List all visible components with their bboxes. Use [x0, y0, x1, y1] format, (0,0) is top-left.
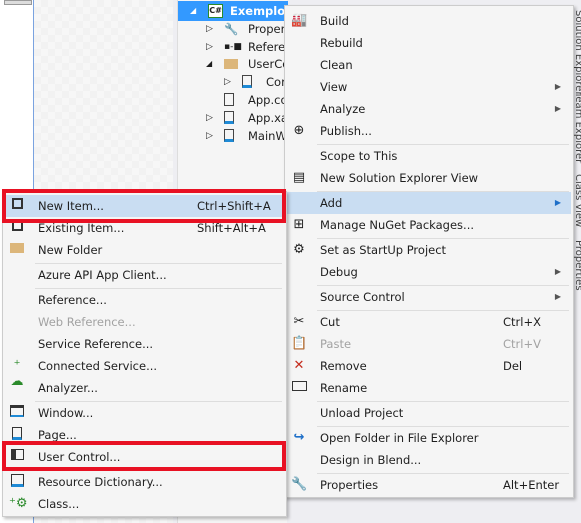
menu-item-design-in-blend[interactable]: Design in Blend...	[287, 449, 571, 471]
menu-item-rebuild[interactable]: Rebuild	[287, 32, 571, 54]
csharp-project-icon: C#	[208, 4, 223, 18]
menu-item-open-folder[interactable]: ↪ Open Folder in File Explorer	[287, 427, 571, 449]
resource-dictionary-icon	[9, 474, 25, 490]
menu-item-source-control[interactable]: Source Control ▶	[287, 286, 571, 308]
menu-item-azure-api-app-client[interactable]: Azure API App Client...	[5, 264, 284, 286]
submenu-arrow-icon: ▶	[554, 292, 561, 301]
menu-item-reference[interactable]: Reference...	[5, 289, 284, 311]
menu-item-paste: 📋 Paste Ctrl+V	[291, 336, 541, 351]
xaml-file-icon	[224, 129, 234, 142]
menu-item-publish[interactable]: ⊕ Publish...	[287, 120, 571, 142]
submenu-arrow-icon: ▶	[554, 198, 561, 207]
menu-item-add[interactable]: Add ▶	[287, 192, 571, 214]
class-icon: ⁺⚙	[9, 496, 28, 511]
open-folder-arrow-icon: ↪	[293, 430, 305, 445]
menu-item-rename[interactable]: Rename	[287, 377, 571, 399]
submenu-arrow-icon: ▶	[554, 104, 561, 113]
submenu-arrow-icon: ▶	[554, 267, 561, 276]
connected-service-icon: ⁺☁	[10, 358, 24, 389]
menu-item-clean[interactable]: Clean	[287, 54, 571, 76]
menu-item-set-startup[interactable]: ⚙ Set as StartUp Project	[287, 239, 571, 261]
menu-item-service-reference[interactable]: Service Reference...	[5, 333, 284, 355]
menu-item-resource-dictionary[interactable]: Resource Dictionary...	[5, 471, 284, 493]
tab-properties[interactable]: Properties	[573, 240, 581, 291]
config-file-icon	[224, 93, 234, 106]
menu-item-unload-project[interactable]: Unload Project	[287, 402, 571, 424]
menu-item-remove[interactable]: ✕ Remove Del	[287, 355, 571, 377]
scissors-icon: ✂	[293, 314, 305, 329]
annotation-highlight-user-control	[2, 441, 286, 471]
menu-item-new-folder[interactable]: New Folder	[5, 239, 284, 261]
tab-class-view[interactable]: Class View	[573, 174, 581, 227]
tab-solution-explorer[interactable]: Solution Explorer	[573, 10, 581, 96]
tab-team-explorer[interactable]: Team Explorer	[573, 92, 581, 163]
project-context-menu: 🏭 Build Rebuild Clean View ▶ Analyze ▶ ⊕ Pub…	[284, 5, 574, 498]
publish-icon: ⊕	[293, 123, 305, 138]
menu-item-analyzer[interactable]: Analyzer...	[5, 377, 284, 399]
window-icon	[9, 405, 25, 421]
menu-item-window[interactable]: Window...	[5, 402, 284, 424]
build-icon: 🏭	[291, 13, 308, 28]
menu-item-cut[interactable]: ✂ Cut Ctrl+X	[287, 311, 571, 333]
wrench-icon: 🔧	[291, 477, 308, 492]
menu-item-web-reference: Web Reference...	[38, 315, 136, 329]
rename-icon	[291, 380, 307, 396]
nuget-icon: ⊞	[293, 217, 305, 232]
menu-item-connected-service[interactable]: ⁺☁ Connected Service...	[5, 355, 284, 389]
menu-item-scope-to-this[interactable]: Scope to This	[287, 145, 571, 167]
folder-icon	[224, 59, 238, 69]
new-folder-icon	[9, 242, 25, 258]
remove-x-icon: ✕	[293, 358, 305, 373]
menu-item-analyze[interactable]: Analyze ▶	[287, 98, 571, 120]
menu-item-manage-nuget[interactable]: ⊞ Manage NuGet Packages...	[287, 214, 571, 236]
side-tool-tabs: Solution Explorer Team Explorer Class Vi…	[573, 0, 581, 523]
gear-icon: ⚙	[293, 242, 305, 257]
wrench-icon: 🔧	[224, 22, 239, 36]
paste-icon: 📋	[291, 336, 308, 351]
menu-item-properties[interactable]: 🔧 Properties Alt+Enter	[287, 474, 571, 496]
designer-tab[interactable]	[4, 0, 32, 5]
new-view-icon: ▤	[292, 170, 306, 185]
xaml-file-icon	[224, 111, 234, 124]
menu-item-new-solution-explorer-view[interactable]: ▤ New Solution Explorer View	[287, 167, 571, 189]
menu-item-class[interactable]: ⁺⚙ Class...	[5, 493, 284, 515]
menu-item-debug[interactable]: Debug ▶	[287, 261, 571, 283]
annotation-highlight-new-item	[2, 189, 286, 223]
submenu-arrow-icon: ▶	[554, 82, 561, 91]
menu-item-build[interactable]: 🏭 Build	[287, 10, 571, 32]
xaml-file-icon	[242, 75, 252, 88]
tree-item-project[interactable]: ◢C#ExemploU	[178, 1, 288, 21]
menu-item-view[interactable]: View ▶	[287, 76, 571, 98]
